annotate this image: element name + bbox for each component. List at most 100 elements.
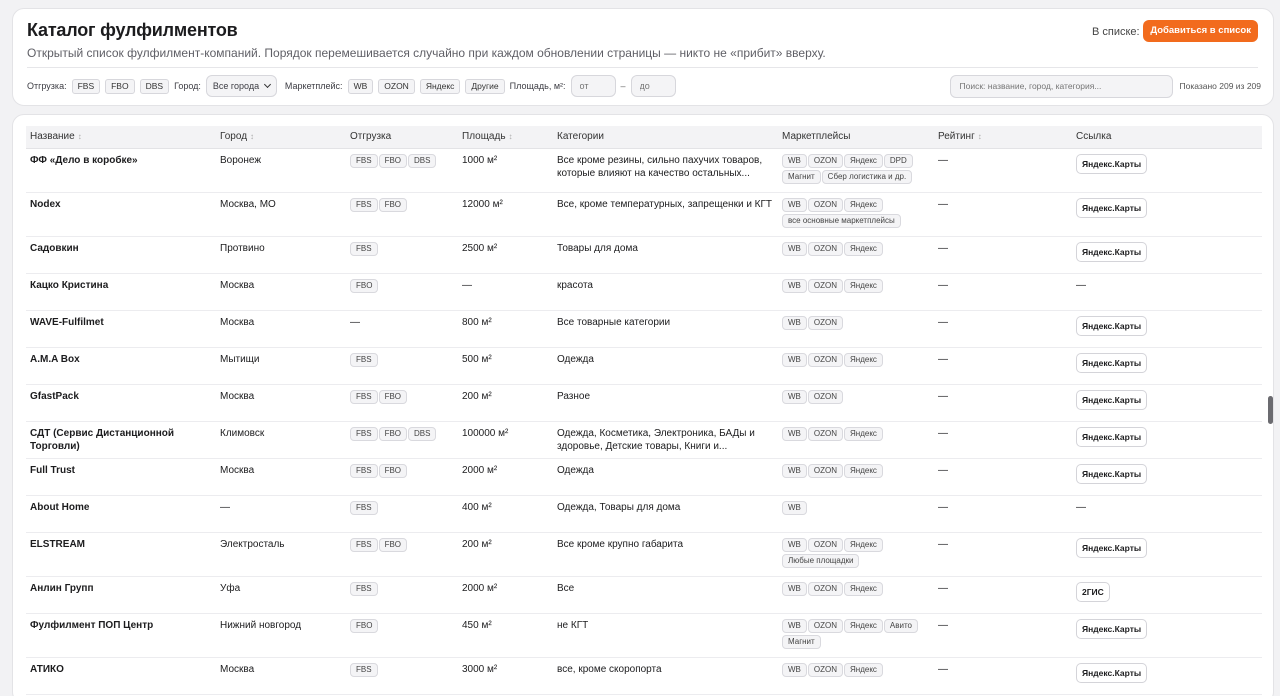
- column-header-name[interactable]: Название ↕: [26, 126, 216, 149]
- categories-text: Все товарные категории: [557, 316, 671, 328]
- cell-link: —: [1072, 273, 1262, 311]
- area-from-input[interactable]: [570, 75, 616, 97]
- marketplace-tag: WB: [782, 389, 807, 404]
- cell-categories: Все: [553, 576, 778, 614]
- categories-text: Все, кроме температурных, запрещенки и К…: [557, 198, 773, 210]
- map-link-button[interactable]: Яндекс.Карты: [1076, 197, 1148, 218]
- map-link-button[interactable]: Яндекс.Карты: [1076, 426, 1148, 447]
- cell-area: 2000 м²: [458, 458, 553, 496]
- map-link-button[interactable]: Яндекс.Карты: [1076, 241, 1148, 262]
- shipment-tag: FBS: [350, 463, 378, 478]
- cell-area: 2500 м²: [458, 236, 553, 274]
- map-link-button[interactable]: Яндекс.Карты: [1076, 153, 1148, 174]
- column-header-shipment: Отгрузка: [346, 126, 458, 149]
- cell-categories: Товары для дома: [553, 236, 778, 274]
- area-filter-label: Площадь, м²:: [509, 81, 566, 91]
- sort-icon: ↕: [508, 132, 513, 142]
- categories-text: Одежда, Товары для дома: [557, 501, 681, 513]
- shipment-chip-fbo[interactable]: FBO: [105, 78, 135, 94]
- cell-name: About Home: [26, 495, 216, 533]
- cell-link: Яндекс.Карты: [1072, 421, 1262, 459]
- cell-city: Нижний новгород: [216, 613, 346, 658]
- cell-shipment: FBS: [346, 657, 458, 695]
- marketplace-tag: Сбер логистика и др.: [821, 169, 913, 184]
- cell-shipment: FBS FBO: [346, 458, 458, 496]
- search-input[interactable]: [950, 74, 1174, 98]
- shipment-chip-fbs[interactable]: FBS: [71, 78, 101, 94]
- city-select[interactable]: Все города: [205, 75, 277, 97]
- cell-rating: —: [934, 236, 1072, 274]
- map-link-button[interactable]: Яндекс.Карты: [1076, 389, 1148, 410]
- cell-area: 500 м²: [458, 347, 553, 385]
- cell-shipment: FBO: [346, 273, 458, 311]
- categories-text: Одежда, Косметика, Электроника, БАДы и з…: [557, 427, 755, 452]
- shipment-tag: FBS: [350, 581, 378, 596]
- cell-city: —: [216, 495, 346, 533]
- marketplace-chip-other[interactable]: Другие: [465, 78, 505, 94]
- shipment-tag: FBS: [350, 537, 378, 552]
- cell-marketplaces: WB OZON Яндекс: [778, 458, 934, 496]
- marketplace-tag: OZON: [807, 352, 843, 367]
- cell-name: Full Trust: [26, 458, 216, 496]
- column-header-area[interactable]: Площадь ↕: [458, 126, 553, 149]
- column-header-marketplaces: Маркетплейсы: [778, 126, 934, 149]
- marketplace-chip-yandex[interactable]: Яндекс: [419, 78, 461, 94]
- map-link-button[interactable]: 2ГИС: [1076, 581, 1110, 602]
- marketplace-tag: Яндекс: [844, 241, 883, 256]
- marketplace-tag: WB: [782, 241, 807, 256]
- categories-text: Одежда: [557, 353, 594, 365]
- cell-area: 12000 м²: [458, 192, 553, 237]
- map-link-button[interactable]: Яндекс.Карты: [1076, 352, 1148, 373]
- marketplace-tag: OZON: [807, 197, 843, 212]
- marketplace-chip-ozon[interactable]: OZON: [378, 78, 415, 94]
- cell-shipment: FBS FBO: [346, 192, 458, 237]
- cell-link: Яндекс.Карты: [1072, 236, 1262, 274]
- map-link-button[interactable]: Яндекс.Карты: [1076, 618, 1148, 639]
- table-row: Анлин Групп Уфа FBS 2000 м² Все WB OZON Яндекс —…: [26, 576, 1262, 614]
- table-row: About Home — FBS 400 м² Одежда, Товары для д…: [26, 495, 1262, 533]
- cell-marketplaces: WB OZON Яндекс: [778, 421, 934, 459]
- cell-rating: —: [934, 576, 1072, 614]
- map-link-button[interactable]: Яндекс.Карты: [1076, 463, 1148, 484]
- shipment-tag: FBO: [378, 197, 408, 212]
- join-list-button[interactable]: Добавиться в список: [1143, 20, 1258, 42]
- cell-marketplaces: WB OZON ЯндексЛюбые площадки: [778, 532, 934, 577]
- cell-name: Фулфилмент ПОП Центр: [26, 613, 216, 658]
- cell-link: 2ГИС: [1072, 576, 1262, 614]
- cell-area: 200 м²: [458, 532, 553, 577]
- cell-area: 3000 м²: [458, 657, 553, 695]
- cell-city: Протвино: [216, 236, 346, 274]
- cell-area: 2000 м²: [458, 576, 553, 614]
- cell-link: Яндекс.Карты: [1072, 532, 1262, 577]
- shipment-tag: FBS: [350, 426, 378, 441]
- categories-text: Одежда: [557, 464, 594, 476]
- filter-bar: Отгрузка: FBS FBO DBS Город: Все города …: [27, 74, 1261, 98]
- column-header-rating[interactable]: Рейтинг ↕: [934, 126, 1072, 149]
- city-select-value: Все города: [212, 81, 260, 91]
- cell-name: АТИКО: [26, 657, 216, 695]
- cell-marketplaces: WB OZON Яндекс DPD Магнит Сбер логистика и др…: [778, 148, 934, 193]
- map-link-button[interactable]: Яндекс.Карты: [1076, 315, 1148, 336]
- map-link-button[interactable]: Яндекс.Карты: [1076, 662, 1148, 683]
- shipment-tag: FBO: [350, 618, 379, 633]
- marketplace-chip-wb[interactable]: WB: [347, 78, 374, 94]
- column-header-city[interactable]: Город ↕: [216, 126, 346, 149]
- area-to-input[interactable]: [630, 75, 676, 97]
- cell-categories: Все кроме крупно габарита: [553, 532, 778, 577]
- marketplace-tag: OZON: [807, 426, 843, 441]
- marketplace-tag: Магнит: [782, 169, 821, 184]
- cell-city: Москва: [216, 310, 346, 348]
- marketplace-tag: Яндекс: [844, 463, 883, 478]
- shipment-tag: FBO: [350, 278, 379, 293]
- cell-rating: —: [934, 421, 1072, 459]
- cell-rating: —: [934, 347, 1072, 385]
- table-header-row: Название ↕ Город ↕ Отгрузка Площадь ↕ Катег…: [26, 126, 1262, 149]
- table-row: АТИКО Москва FBS 3000 м² все, кроме скоропор…: [26, 657, 1262, 695]
- marketplace-tag: WB: [782, 352, 807, 367]
- map-link-button[interactable]: Яндекс.Карты: [1076, 537, 1148, 558]
- column-header-categories: Категории: [553, 126, 778, 149]
- shipment-chip-dbs[interactable]: DBS: [139, 78, 170, 94]
- marketplace-tag: Авито: [883, 618, 918, 633]
- scrollbar-thumb[interactable]: [1268, 396, 1273, 424]
- marketplace-tag: Яндекс: [844, 537, 883, 552]
